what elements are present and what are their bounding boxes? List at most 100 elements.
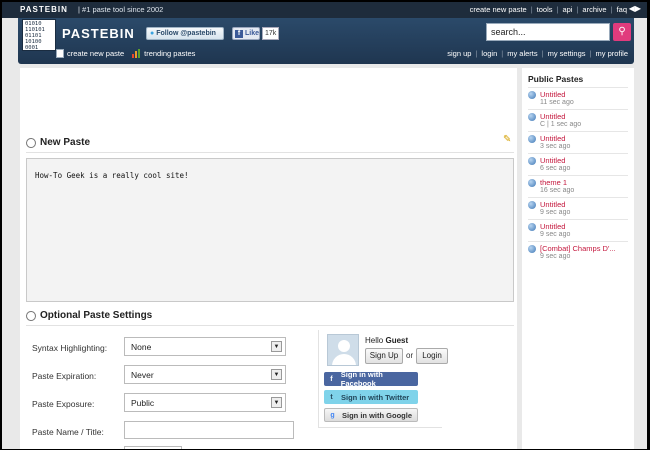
expiration-select[interactable]: Never ▼ <box>124 365 286 384</box>
top-bar: PASTEBIN | #1 paste tool since 2002 crea… <box>2 2 647 18</box>
twitter-signin-button[interactable]: t Sign in with Twitter <box>324 390 418 404</box>
paste-item[interactable]: Untitled 11 sec ago <box>528 87 628 109</box>
search-button[interactable]: ⚲ <box>613 23 631 41</box>
account-nav: sign up | login | my alerts | my settings | … <box>447 49 628 58</box>
facebook-icon: f <box>330 375 333 383</box>
globe-icon <box>528 201 536 209</box>
search-input[interactable] <box>486 23 610 41</box>
paste-title[interactable]: Untitled <box>540 222 565 231</box>
create-new-paste-link[interactable]: create new paste <box>56 49 124 58</box>
paste-title[interactable]: theme 1 <box>540 178 567 187</box>
logo-icon[interactable]: 01010 110101 01101 10100 0001 <box>22 19 56 51</box>
paste-item[interactable]: Untitled 9 sec ago <box>528 219 628 241</box>
google-signin-label: Sign in with Google <box>342 410 412 420</box>
dropdown-arrow-icon: ▼ <box>271 341 282 352</box>
syntax-select[interactable]: None ▼ <box>124 337 286 356</box>
nav-my-profile[interactable]: my profile <box>595 49 628 58</box>
new-paste-title: New Paste <box>40 137 91 148</box>
syntax-value: None <box>131 342 152 352</box>
google-icon: g <box>330 411 335 419</box>
top-link-faq[interactable]: faq <box>617 5 627 14</box>
paperclip-icon <box>23 308 39 323</box>
facebook-signin-label: Sign in with Facebook <box>340 370 383 388</box>
paste-name-label: Paste Name / Title: <box>32 427 104 437</box>
paste-meta: 9 sec ago <box>540 209 571 216</box>
paste-title[interactable]: Untitled <box>540 90 565 99</box>
paste-title[interactable]: Untitled <box>540 156 565 165</box>
twitter-icon: t <box>330 393 333 401</box>
nav-my-alerts[interactable]: my alerts <box>507 49 537 58</box>
like-count: 17k <box>262 27 280 40</box>
paste-meta: C | 1 sec ago <box>540 121 582 128</box>
paste-title[interactable]: Untitled <box>540 134 565 143</box>
paste-item[interactable]: Untitled C | 1 sec ago <box>528 109 628 131</box>
login-button[interactable]: Login <box>416 348 448 364</box>
top-link-tools[interactable]: tools <box>537 5 553 14</box>
nav-separator: | <box>501 49 504 58</box>
paste-item[interactable]: Untitled 6 sec ago <box>528 153 628 175</box>
greeting: Hello Guest <box>365 336 408 345</box>
optional-settings-heading: Optional Paste Settings <box>23 308 153 323</box>
top-link-api[interactable]: api <box>562 5 572 14</box>
facebook-like-button[interactable]: f Like <box>232 27 260 40</box>
google-signin-button[interactable]: g Sign in with Google <box>324 408 418 422</box>
globe-icon <box>528 157 536 165</box>
paste-item[interactable]: theme 1 16 sec ago <box>528 175 628 197</box>
paste-textarea[interactable]: How-To Geek is a really cool site! <box>26 158 514 302</box>
brand-small[interactable]: PASTEBIN <box>20 5 68 14</box>
top-link-create[interactable]: create new paste <box>470 5 527 14</box>
logo-digits: 01010 110101 01101 10100 0001 <box>25 21 45 51</box>
syntax-label: Syntax Highlighting: <box>32 343 108 353</box>
paste-title[interactable]: Untitled <box>540 200 565 209</box>
top-link-separator: | <box>556 5 559 14</box>
facebook-signin-button[interactable]: f Sign in with Facebook <box>324 370 418 388</box>
magnifier-icon: ⚲ <box>618 26 626 37</box>
tagline: | #1 paste tool since 2002 <box>78 5 164 14</box>
nav-my-settings[interactable]: my settings <box>548 49 586 58</box>
nav-login[interactable]: login <box>481 49 497 58</box>
paste-meta: 9 sec ago <box>540 253 571 260</box>
optional-settings-title: Optional Paste Settings <box>40 310 153 321</box>
dropdown-arrow-icon: ▼ <box>271 397 282 408</box>
paste-name-input[interactable] <box>124 421 294 439</box>
nav-separator: | <box>541 49 544 58</box>
top-link-separator: | <box>530 5 533 14</box>
globe-icon <box>528 135 536 143</box>
facebook-icon: f <box>235 29 243 38</box>
exposure-select[interactable]: Public ▼ <box>124 393 286 412</box>
nav-sign-up[interactable]: sign up <box>447 49 471 58</box>
dropdown-arrow-icon: ▼ <box>271 369 282 380</box>
collapse-arrows-icon[interactable]: ◀▶ <box>629 4 641 13</box>
guest-name: Guest <box>385 336 409 345</box>
paste-item[interactable]: [Combat] Champs D'... 9 sec ago <box>528 241 628 263</box>
hello-text: Hello <box>365 336 384 345</box>
paste-meta: 11 sec ago <box>540 99 574 106</box>
avatar-head <box>338 340 350 352</box>
sign-up-button[interactable]: Sign Up <box>365 348 403 364</box>
nav-separator: | <box>475 49 478 58</box>
twitter-bird-icon: ● <box>150 30 155 37</box>
password-input[interactable] <box>124 446 182 449</box>
create-new-paste-label: create new paste <box>67 49 125 58</box>
paste-title[interactable]: Untitled <box>540 112 565 121</box>
paste-meta: 3 sec ago <box>540 143 571 150</box>
twitter-follow-button[interactable]: ● Follow @pastebin <box>146 27 224 40</box>
trending-pastes-link[interactable]: trending pastes <box>132 49 195 58</box>
paste-title[interactable]: [Combat] Champs D'... <box>540 244 616 253</box>
like-label: Like <box>244 30 259 37</box>
globe-icon <box>528 113 536 121</box>
divider <box>26 152 514 153</box>
paste-meta: 6 sec ago <box>540 165 571 172</box>
paste-item[interactable]: Untitled 9 sec ago <box>528 197 628 219</box>
pencil-icon[interactable]: ✎ <box>503 134 513 145</box>
logo-text[interactable]: PASTEBIN <box>62 26 135 41</box>
paste-item[interactable]: Untitled 3 sec ago <box>528 131 628 153</box>
login-box: Hello Guest Sign Up or Login f Sign in w… <box>318 330 448 428</box>
paperclip-icon <box>23 135 39 150</box>
new-paste-heading: New Paste <box>23 135 91 150</box>
top-link-archive[interactable]: archive <box>582 5 606 14</box>
globe-icon <box>528 179 536 187</box>
expiration-value: Never <box>131 370 154 380</box>
main-content: New Paste ✎ How-To Geek is a really cool… <box>20 68 517 449</box>
globe-icon <box>528 91 536 99</box>
